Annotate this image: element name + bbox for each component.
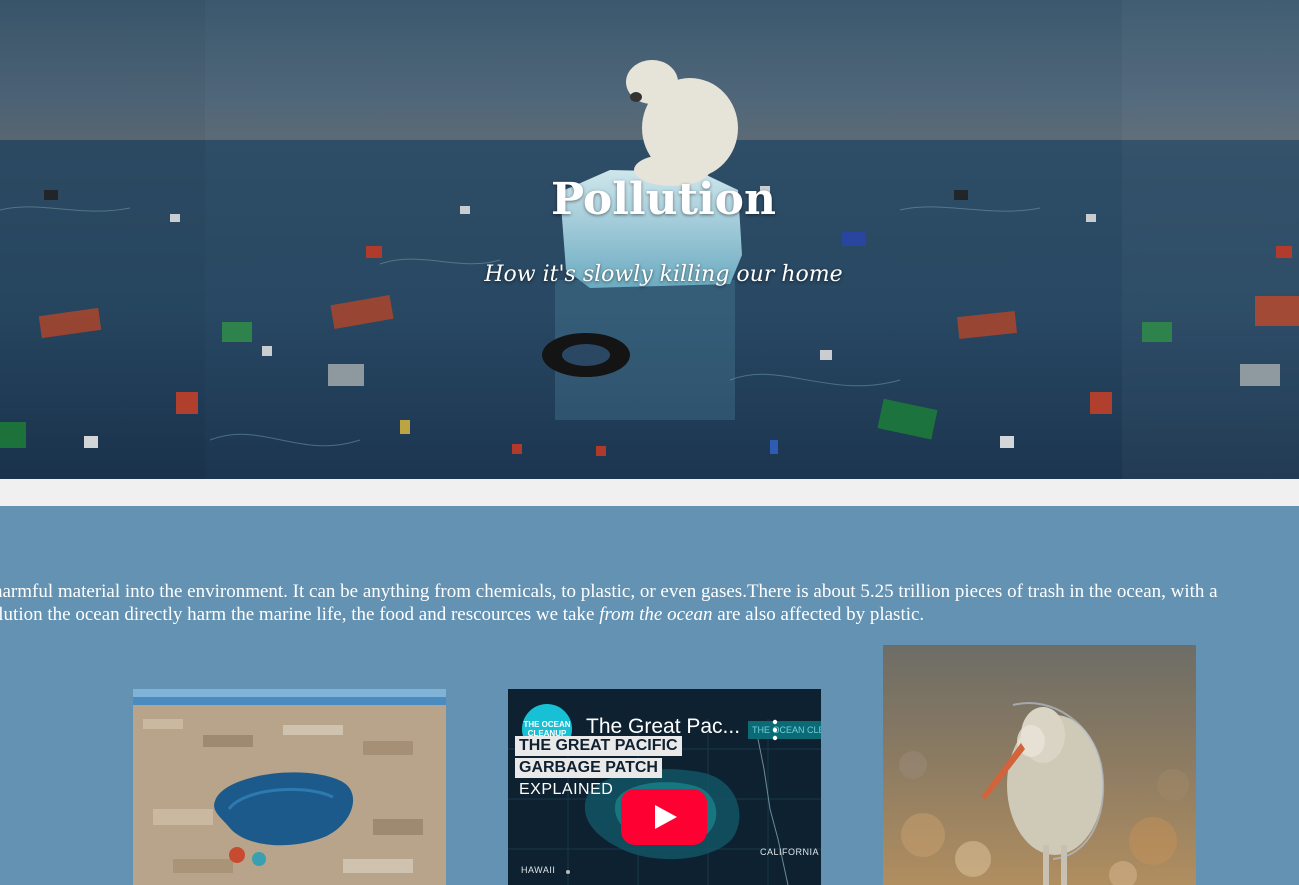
page-subtitle: How it's slowly killing our home <box>484 262 843 287</box>
stork-in-plastic-image <box>883 645 1196 885</box>
hero-banner: Pollution How it's slowly killing our ho… <box>0 0 1299 479</box>
video-label-line-1: THE GREAT PACIFIC <box>515 736 682 756</box>
map-label-california: CALIFORNIA <box>760 847 820 857</box>
more-vert-icon[interactable] <box>770 719 780 741</box>
video-watermark: THE OCEAN CLEANUP <box>748 721 821 739</box>
play-icon[interactable] <box>621 789 707 845</box>
intro-line-2-end: are also affected by plastic. <box>712 604 925 625</box>
hero-background-image <box>0 0 1299 479</box>
video-label-line-2: GARBAGE PATCH <box>515 758 662 778</box>
garbage-patch-image <box>133 689 446 885</box>
intro-line-1: harmful material into the environment. I… <box>0 581 1218 602</box>
intro-paragraph: harmful material into the environment. I… <box>0 580 1299 626</box>
content-section: harmful material into the environment. I… <box>0 506 1299 885</box>
section-gap <box>0 479 1299 506</box>
intro-line-2-italic: from the ocean <box>599 604 713 625</box>
page-title: Pollution <box>550 174 777 225</box>
youtube-video-embed[interactable]: THE OCEAN CLEANUP The Great Pac... THE O… <box>508 689 821 885</box>
video-label-explained: EXPLAINED <box>519 781 614 798</box>
map-label-hawaii: HAWAII <box>521 865 556 875</box>
intro-line-2-start: llution the ocean directly harm the mari… <box>0 604 600 625</box>
